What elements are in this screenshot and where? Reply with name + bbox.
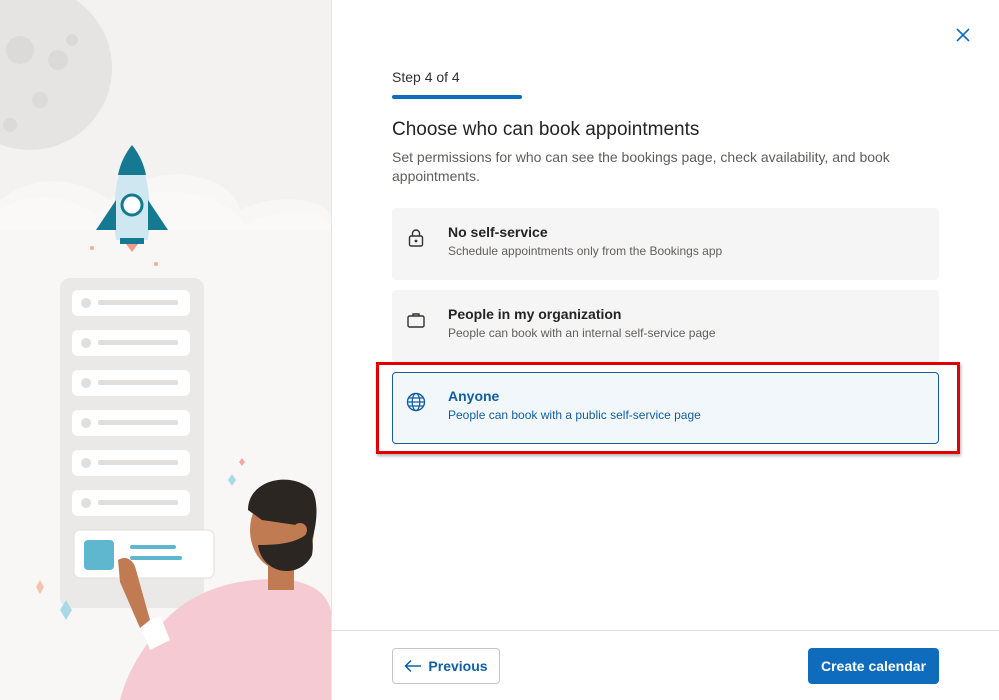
option-people-in-organization[interactable]: People in my organization People can boo…: [392, 290, 939, 362]
close-icon: [956, 28, 970, 42]
briefcase-icon: [405, 309, 427, 331]
page-title: Choose who can book appointments: [392, 119, 700, 140]
option-description: People can book with an internal self-se…: [448, 326, 716, 340]
option-no-self-service[interactable]: No self-service Schedule appointments on…: [392, 208, 939, 280]
option-title: People in my organization: [448, 306, 622, 322]
wizard-footer: Previous Create calendar: [332, 630, 999, 700]
create-calendar-button[interactable]: Create calendar: [808, 648, 939, 684]
option-title: No self-service: [448, 224, 548, 240]
illustration-panel: [0, 0, 332, 700]
step-progress-bar: [392, 95, 522, 99]
page-subtitle: Set permissions for who can see the book…: [392, 149, 890, 184]
arrow-left-icon: [404, 659, 422, 673]
option-description: Schedule appointments only from the Book…: [448, 244, 723, 258]
globe-icon: [405, 391, 427, 413]
wizard-content: Step 4 of 4 Choose who can book appointm…: [332, 0, 999, 700]
previous-button-label: Previous: [428, 658, 488, 674]
lock-icon: [405, 227, 427, 249]
close-button[interactable]: [952, 24, 974, 46]
option-description: People can book with a public self-servi…: [448, 408, 701, 422]
option-title: Anyone: [448, 388, 500, 404]
previous-button[interactable]: Previous: [392, 648, 500, 684]
step-indicator: Step 4 of 4: [392, 69, 460, 85]
option-anyone[interactable]: Anyone People can book with a public sel…: [392, 372, 939, 444]
booking-wizard-dialog: Step 4 of 4 Choose who can book appointm…: [0, 0, 999, 700]
rocket-person-illustration: [0, 0, 331, 700]
